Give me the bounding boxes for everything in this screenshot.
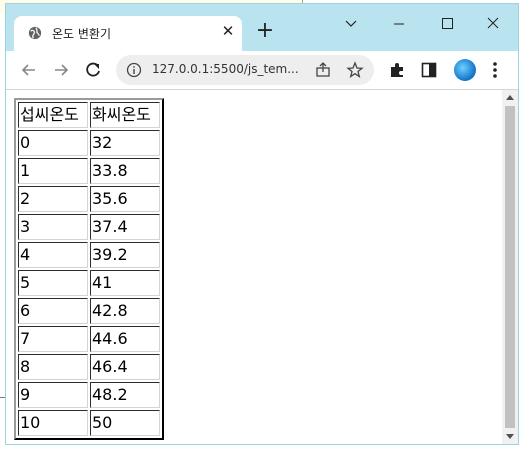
fahrenheit-cell: 42.8 [90, 298, 160, 324]
forward-arrow-icon[interactable] [50, 59, 72, 81]
table-row: 9 48.2 [18, 382, 160, 408]
fahrenheit-cell: 39.2 [90, 242, 160, 268]
fahrenheit-cell: 50 [90, 410, 160, 436]
table-header-row: 섭씨온도 화씨온도 [18, 102, 160, 128]
info-icon[interactable] [126, 62, 142, 78]
fahrenheit-cell: 48.2 [90, 382, 160, 408]
fahrenheit-cell: 44.6 [90, 326, 160, 352]
temperature-table: 섭씨온도 화씨온도 0 32 1 33.8 2 35.6 3 37.4 4 39.2 5 41 6 42.… [14, 98, 164, 440]
fahrenheit-cell: 46.4 [90, 354, 160, 380]
chevron-down-icon[interactable] [336, 12, 366, 36]
address-bar[interactable]: 127.0.0.1:5500/js_tem... [116, 55, 374, 85]
browser-window: 온도 변환기 ✕ + 127.0.0.1:5500/js_tem... 섭씨온도… [5, 3, 519, 445]
celsius-cell: 7 [18, 326, 88, 352]
title-bar: 온도 변환기 ✕ + [6, 4, 518, 51]
fahrenheit-cell: 33.8 [90, 158, 160, 184]
celsius-cell: 8 [18, 354, 88, 380]
table-row: 4 39.2 [18, 242, 160, 268]
page-content: 섭씨온도 화씨온도 0 32 1 33.8 2 35.6 3 37.4 4 39.2 5 41 6 42.… [6, 90, 502, 444]
table-row: 8 46.4 [18, 354, 160, 380]
minimize-icon[interactable] [384, 12, 414, 36]
celsius-cell: 2 [18, 186, 88, 212]
table-row: 1 33.8 [18, 158, 160, 184]
celsius-cell: 1 [18, 158, 88, 184]
table-row: 7 44.6 [18, 326, 160, 352]
tab-close-icon[interactable]: ✕ [220, 23, 236, 39]
fahrenheit-cell: 35.6 [90, 186, 160, 212]
celsius-cell: 6 [18, 298, 88, 324]
celsius-cell: 3 [18, 214, 88, 240]
tab-title: 온도 변환기 [52, 27, 112, 41]
celsius-cell: 9 [18, 382, 88, 408]
vertical-scrollbar[interactable] [502, 90, 518, 444]
table-row: 3 37.4 [18, 214, 160, 240]
back-arrow-icon[interactable] [18, 59, 40, 81]
table-row: 10 50 [18, 410, 160, 436]
fahrenheit-cell: 41 [90, 270, 160, 296]
menu-dots-icon[interactable] [484, 59, 506, 81]
extensions-icon[interactable] [386, 59, 408, 81]
scroll-thumb[interactable] [505, 106, 515, 428]
side-panel-icon[interactable] [418, 59, 440, 81]
maximize-icon[interactable] [432, 12, 462, 36]
table-row: 2 35.6 [18, 186, 160, 212]
celsius-cell: 10 [18, 410, 88, 436]
star-icon[interactable] [346, 61, 364, 79]
reload-icon[interactable] [82, 59, 104, 81]
new-tab-button[interactable]: + [254, 20, 276, 42]
scroll-down-arrow-icon[interactable] [506, 434, 514, 439]
browser-toolbar: 127.0.0.1:5500/js_tem... [6, 51, 518, 89]
fahrenheit-cell: 37.4 [90, 214, 160, 240]
table-row: 6 42.8 [18, 298, 160, 324]
celsius-cell: 4 [18, 242, 88, 268]
celsius-cell: 0 [18, 130, 88, 156]
active-tab[interactable]: 온도 변환기 ✕ [14, 16, 242, 51]
table-body: 0 32 1 33.8 2 35.6 3 37.4 4 39.2 5 41 6 42.8 7 44.6 8 46.… [18, 130, 160, 436]
header-celsius: 섭씨온도 [18, 102, 88, 128]
scroll-up-arrow-icon[interactable] [506, 95, 514, 100]
celsius-cell: 5 [18, 270, 88, 296]
share-icon[interactable] [314, 61, 332, 79]
header-fahrenheit: 화씨온도 [90, 102, 160, 128]
globe-icon [28, 26, 42, 40]
close-icon[interactable] [478, 12, 508, 36]
fahrenheit-cell: 32 [90, 130, 160, 156]
table-row: 5 41 [18, 270, 160, 296]
table-row: 0 32 [18, 130, 160, 156]
profile-avatar[interactable] [454, 59, 476, 81]
address-url[interactable]: 127.0.0.1:5500/js_tem... [152, 62, 299, 76]
